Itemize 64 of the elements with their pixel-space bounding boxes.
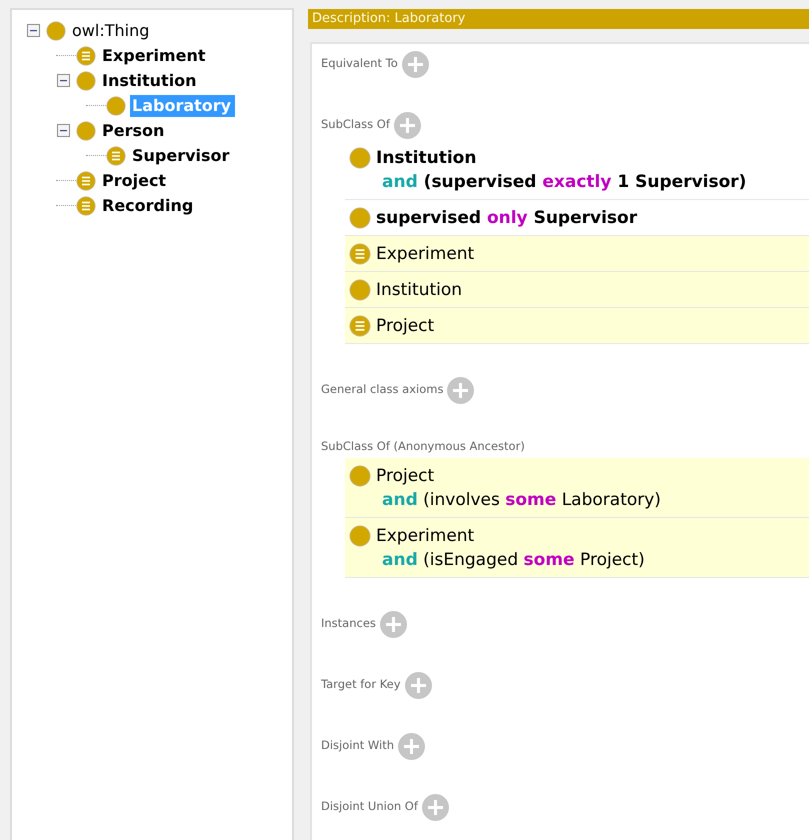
axiom-row[interactable]: Institution and (supervised exactly 1 Supervisor) <box>345 140 809 200</box>
section-label: General class axioms <box>321 381 444 398</box>
add-button[interactable] <box>398 732 426 760</box>
class-icon <box>76 120 96 140</box>
defined-class-icon <box>76 46 96 66</box>
plus-icon <box>428 800 443 814</box>
defined-class-icon <box>106 146 126 166</box>
class-icon <box>349 465 371 487</box>
add-button[interactable] <box>422 794 449 820</box>
section-label: Equivalent To <box>321 55 398 72</box>
inferred-axiom-row[interactable]: Project <box>345 308 809 344</box>
class-expression: supervised only Supervisor <box>376 207 638 230</box>
collapse-toggle[interactable] <box>56 74 70 87</box>
class-icon <box>349 525 371 547</box>
tree-item[interactable]: Project <box>100 170 170 192</box>
defined-class-icon <box>76 170 96 190</box>
section-label: SubClass Of (Anonymous Ancestor) <box>321 438 525 456</box>
inferred-axiom-row[interactable]: Project and (involves some Laboratory) <box>345 458 809 518</box>
tree-item[interactable]: Experiment <box>100 44 210 66</box>
tree-item[interactable]: Recording <box>100 194 198 216</box>
class-expression: Experiment <box>376 525 476 548</box>
section-label: Disjoint Union Of <box>321 798 418 816</box>
plus-icon <box>453 382 468 398</box>
class-icon <box>46 20 66 40</box>
section-label: SubClass Of <box>321 116 390 134</box>
defined-class-icon <box>76 196 96 216</box>
add-button[interactable] <box>380 610 407 638</box>
class-expression: Institution <box>376 279 462 302</box>
add-button[interactable] <box>394 112 421 138</box>
section-label: Instances <box>321 615 376 632</box>
tree-item[interactable]: Person <box>100 120 168 142</box>
inferred-axiom-row[interactable]: Institution <box>345 272 809 308</box>
collapse-toggle[interactable] <box>56 124 70 137</box>
class-icon <box>349 207 371 229</box>
inferred-axiom-row[interactable]: Experiment and (isEngaged some Project) <box>345 518 809 578</box>
section-label: Target for Key <box>321 676 401 694</box>
tree-item[interactable]: Institution <box>100 70 201 92</box>
add-button[interactable] <box>404 672 432 698</box>
class-icon <box>106 96 126 116</box>
tree-item[interactable]: Supervisor <box>130 144 234 166</box>
class-expression: and (involves some Laboratory) <box>381 489 661 512</box>
defined-class-icon <box>349 315 371 337</box>
defined-class-icon <box>349 243 371 265</box>
collapse-toggle[interactable] <box>26 24 40 37</box>
plus-icon <box>408 56 423 72</box>
add-button[interactable] <box>447 376 474 404</box>
plus-icon <box>386 616 401 632</box>
add-button[interactable] <box>402 50 429 78</box>
class-icon <box>349 147 371 169</box>
class-icon <box>76 70 96 90</box>
class-expression: Institution <box>376 147 478 170</box>
plus-icon <box>410 678 426 692</box>
class-expression: and (supervised exactly 1 Supervisor) <box>381 171 746 194</box>
class-icon <box>349 279 371 301</box>
class-expression: and (isEngaged some Project) <box>381 549 645 572</box>
tree-item[interactable]: owl:Thing <box>70 20 154 42</box>
section-label: Disjoint With <box>321 737 394 754</box>
class-expression: Project <box>376 465 436 488</box>
panel-title: Description: Laboratory <box>308 9 809 29</box>
plus-icon <box>400 118 415 132</box>
class-expression: Experiment <box>376 243 474 266</box>
inferred-axiom-row[interactable]: Experiment <box>345 236 809 272</box>
class-expression: Project <box>376 315 434 338</box>
plus-icon <box>404 738 420 754</box>
